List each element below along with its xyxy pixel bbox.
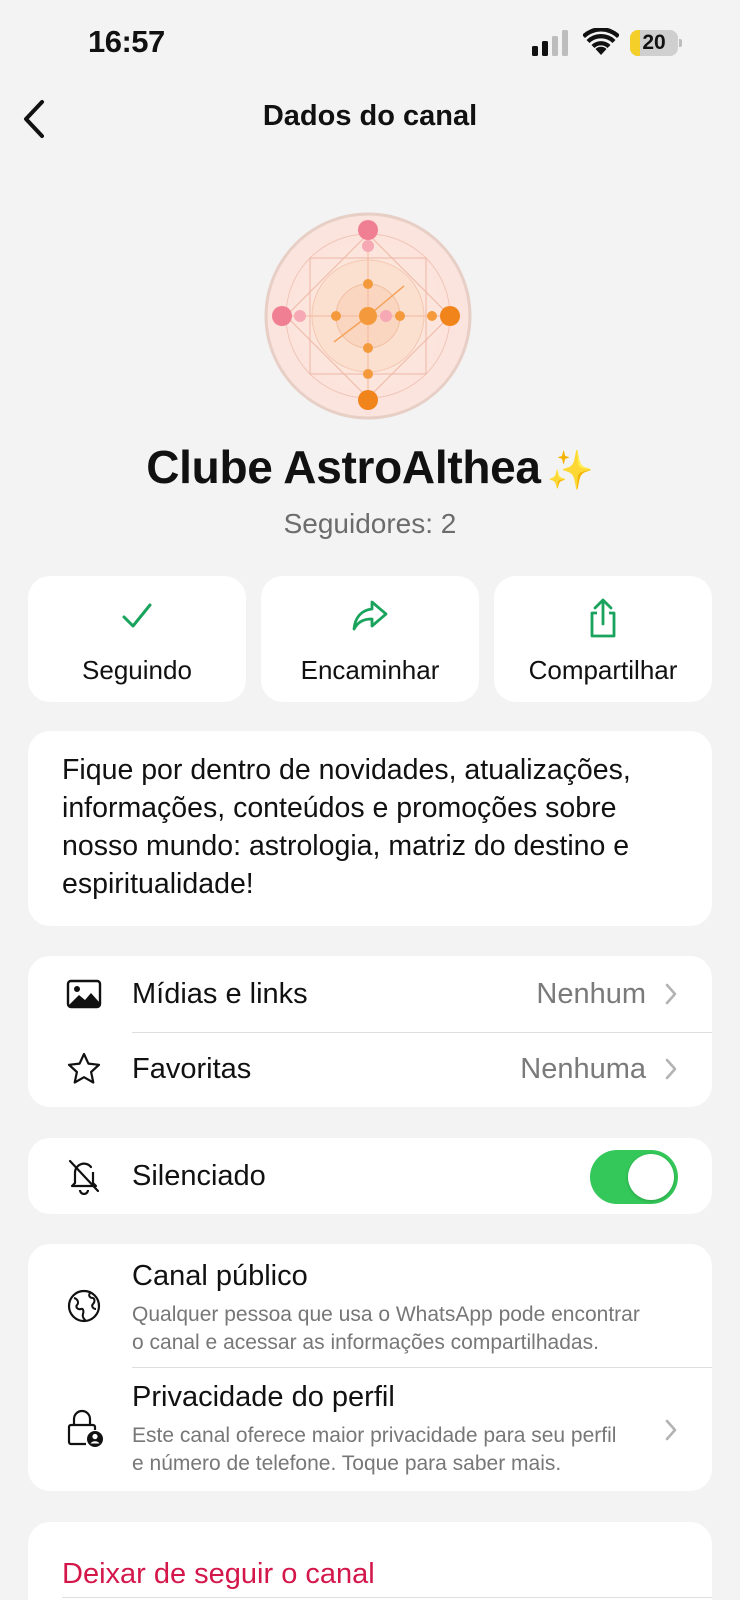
star-icon — [67, 1052, 101, 1084]
public-channel-title: Canal público — [132, 1260, 308, 1292]
battery-indicator: 20 — [630, 30, 682, 56]
forward-button[interactable]: Encaminhar — [261, 576, 479, 702]
lock-person-icon — [67, 1409, 103, 1447]
favorites-value: Nenhuma — [520, 1053, 646, 1085]
share-button[interactable]: Compartilhar — [494, 576, 712, 702]
unfollow-button[interactable]: Deixar de seguir o canal — [62, 1558, 375, 1591]
chevron-right-icon — [665, 983, 677, 1005]
wifi-icon — [583, 28, 619, 55]
public-channel-subtitle-line2: o canal e acessar as informações compart… — [132, 1331, 599, 1354]
profile-privacy-subtitle: Este canal oferece maior privacidade par… — [132, 1422, 672, 1478]
privacy-card: Canal público Qualquer pessoa que usa o … — [28, 1244, 712, 1491]
media-links-value: Nenhum — [536, 978, 646, 1010]
share-icon — [590, 598, 616, 638]
favorites-label: Favoritas — [132, 1053, 252, 1085]
channel-avatar[interactable] — [264, 212, 472, 420]
row-divider — [62, 1597, 712, 1598]
followers-count: Seguidores: 2 — [283, 508, 457, 539]
media-favorites-card: Mídias e links Nenhum Favoritas Nenhuma — [28, 956, 712, 1107]
bell-slash-icon — [68, 1159, 100, 1195]
channel-name-text: Clube AstroAlthea — [146, 441, 541, 493]
channel-description: Fique por dentro de novidades, atualizaç… — [28, 731, 712, 926]
image-icon — [66, 979, 102, 1009]
mute-toggle[interactable] — [590, 1150, 678, 1204]
media-links-row[interactable]: Mídias e links Nenhum — [28, 956, 712, 1032]
checkmark-icon — [122, 603, 152, 628]
mute-label: Silenciado — [132, 1160, 266, 1192]
page-title: Dados do canal — [262, 100, 478, 132]
channel-info-screen: 16:57 20 Dados do canal Clube AstroAlthe… — [0, 0, 740, 1600]
unfollow-card: Deixar de seguir o canal — [28, 1522, 712, 1600]
public-channel-row: Canal público Qualquer pessoa que usa o … — [28, 1244, 712, 1367]
favorites-row[interactable]: Favoritas Nenhuma — [28, 1033, 712, 1107]
profile-privacy-subtitle-line2: e número de telefone. Toque para saber m… — [132, 1452, 562, 1475]
profile-privacy-row[interactable]: Privacidade do perfil Este canal oferece… — [28, 1368, 712, 1491]
sparkles-emoji: ✨ — [546, 450, 594, 492]
mute-card: Silenciado — [28, 1138, 712, 1214]
forward-label: Encaminhar — [300, 655, 440, 685]
profile-privacy-title: Privacidade do perfil — [132, 1381, 395, 1413]
chevron-right-icon — [665, 1058, 677, 1080]
public-channel-subtitle-line1: Qualquer pessoa que usa o WhatsApp pode … — [132, 1303, 640, 1326]
public-channel-subtitle: Qualquer pessoa que usa o WhatsApp pode … — [132, 1301, 672, 1357]
toggle-knob — [628, 1154, 674, 1200]
following-button[interactable]: Seguindo — [28, 576, 246, 702]
chevron-right-icon — [665, 1419, 677, 1441]
forward-arrow-icon — [352, 600, 388, 631]
share-label: Compartilhar — [528, 655, 678, 685]
profile-privacy-subtitle-line1: Este canal oferece maior privacidade par… — [132, 1424, 617, 1447]
following-label: Seguindo — [82, 655, 192, 685]
battery-level: 20 — [642, 31, 666, 54]
channel-name: Clube AstroAlthea ✨ — [0, 440, 740, 494]
status-time: 16:57 — [88, 24, 165, 59]
globe-icon — [67, 1289, 101, 1323]
cellular-signal-icon — [532, 30, 568, 56]
media-links-label: Mídias e links — [132, 978, 308, 1010]
